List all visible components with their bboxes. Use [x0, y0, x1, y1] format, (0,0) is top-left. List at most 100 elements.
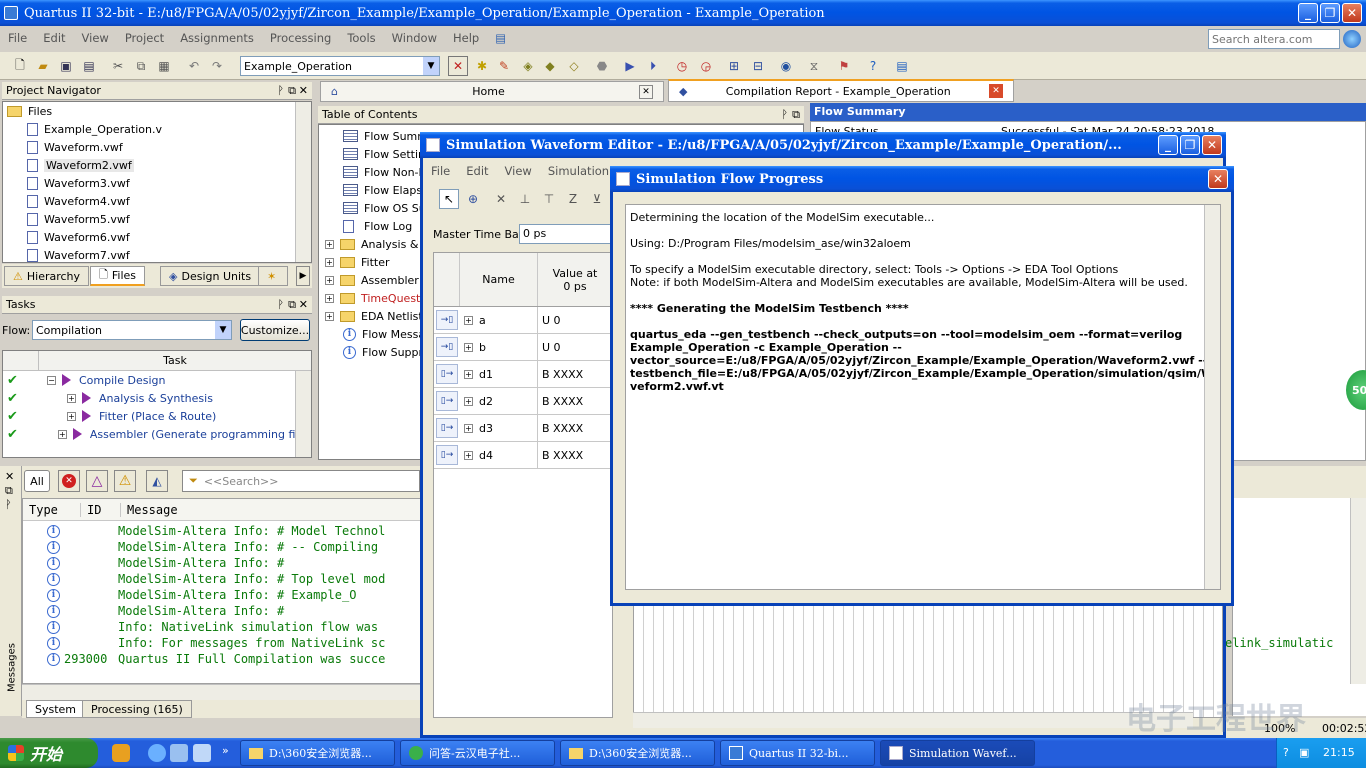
waveform-title-bar[interactable]: Simulation Waveform Editor - E:/u8/FPGA/… — [420, 132, 1226, 158]
taskbar-item[interactable]: D:\360安全浏览器... — [560, 740, 715, 766]
taskbar-item[interactable]: D:\360安全浏览器... — [240, 740, 395, 766]
critical-warning-filter-icon[interactable]: △ — [86, 470, 108, 492]
expand-icon[interactable]: + — [57, 429, 67, 439]
save-icon[interactable]: ▣ — [56, 56, 76, 76]
waveform-close-button[interactable]: ✕ — [1202, 135, 1222, 155]
low-value-icon[interactable]: ⊥ — [515, 189, 535, 209]
quicklaunch-app-icon[interactable] — [193, 744, 211, 762]
message-row[interactable]: i ModelSim-Altera Info: # — [23, 555, 421, 571]
expand-icon[interactable]: + — [464, 342, 473, 352]
netlist-viewer-icon[interactable]: ⊞ — [724, 56, 744, 76]
expand-icon[interactable]: + — [464, 369, 473, 379]
flow-select[interactable]: Compilation ▼ — [32, 320, 232, 340]
float-icon[interactable]: ⧉ — [288, 298, 296, 312]
signal-row[interactable]: →▯ + a U 0 — [434, 306, 612, 334]
pin-icon[interactable]: ᚹ — [5, 498, 12, 511]
help-chat-icon[interactable]: ▤ — [495, 31, 506, 45]
revision-select[interactable]: Example_Operation ▼ — [240, 56, 440, 76]
progress-close-button[interactable]: ✕ — [1208, 169, 1228, 189]
tab-hierarchy[interactable]: ⚠ Hierarchy — [4, 266, 90, 286]
tree-root-files[interactable]: Files — [3, 102, 311, 120]
panel-close-icon[interactable]: ✕ — [299, 298, 308, 311]
panel-close-icon[interactable]: ✕ — [299, 84, 308, 97]
start-compile-icon[interactable]: ▶ — [620, 56, 640, 76]
menu-assignments[interactable]: Assignments — [180, 31, 254, 45]
tab-system[interactable]: System — [26, 700, 86, 718]
pin-icon[interactable]: ᚹ — [277, 84, 284, 97]
redo-icon[interactable]: ↷ — [207, 56, 227, 76]
expand-icon[interactable]: + — [464, 396, 473, 406]
start-analysis-icon[interactable]: ⏵ — [643, 56, 663, 76]
menu-view[interactable]: View — [82, 31, 109, 45]
tree-file-item[interactable]: Waveform7.vwf — [3, 246, 311, 264]
message-row[interactable]: i ModelSim-Altera Info: # — [23, 603, 421, 619]
tray-help-icon[interactable]: ? — [1283, 746, 1289, 759]
tab-close-icon[interactable]: ✕ — [989, 84, 1003, 98]
task-row[interactable]: ✔ + Analysis & Synthesis — [3, 389, 311, 407]
quicklaunch-media-icon[interactable] — [170, 744, 188, 762]
expand-icon[interactable]: + — [67, 393, 76, 403]
weak-low-icon[interactable]: ⊻ — [587, 189, 607, 209]
expand-icon[interactable]: + — [325, 311, 334, 321]
task-row[interactable]: ✔ − Compile Design — [3, 371, 311, 389]
cut-icon[interactable]: ✂ — [108, 56, 128, 76]
menu-tools[interactable]: Tools — [347, 31, 375, 45]
wf-menu-view[interactable]: View — [505, 164, 532, 178]
zoom-tool-icon[interactable]: ⊕ — [463, 189, 483, 209]
message-row[interactable]: i ModelSim-Altera Info: # Model Technol — [23, 523, 421, 539]
messages-vscroll[interactable] — [1350, 498, 1366, 684]
expand-icon[interactable]: + — [325, 275, 334, 285]
wf-menu-file[interactable]: File — [431, 164, 450, 178]
menu-edit[interactable]: Edit — [43, 31, 65, 45]
minimize-button[interactable]: _ — [1298, 3, 1318, 23]
tab-home[interactable]: ⌂ Home ✕ — [320, 81, 664, 102]
menu-file[interactable]: File — [8, 31, 27, 45]
globe-icon[interactable] — [1343, 30, 1361, 48]
copy-icon[interactable]: ⧉ — [131, 56, 151, 76]
search-altera-input[interactable] — [1209, 30, 1337, 48]
tree-file-item-selected[interactable]: Waveform2.vwf — [3, 156, 311, 174]
timequest-icon[interactable]: ◶ — [696, 56, 716, 76]
taskbar-item[interactable]: 问答-云汉电子社... — [400, 740, 555, 766]
tab-design-units[interactable]: ◈ Design Units — [160, 266, 261, 286]
expand-icon[interactable]: + — [325, 257, 334, 267]
task-row[interactable]: ✔ + Fitter (Place & Route) — [3, 407, 311, 425]
maximize-button[interactable]: ❐ — [1320, 3, 1340, 23]
progress-title-bar[interactable]: Simulation Flow Progress ✕ — [610, 166, 1234, 192]
pin-planner-icon[interactable]: ✎ — [494, 56, 514, 76]
expand-icon[interactable]: + — [325, 239, 334, 249]
wizard-icon[interactable]: ✱ — [472, 56, 492, 76]
tab-files[interactable]: 🗋 Files — [90, 266, 145, 286]
signal-row[interactable]: ▯→ + d3 B XXXX — [434, 414, 612, 442]
stop-compile-icon[interactable]: ✕ — [448, 56, 468, 76]
tree-file-item[interactable]: Waveform4.vwf — [3, 192, 311, 210]
customize-button[interactable]: Customize... — [240, 319, 310, 341]
collapse-icon[interactable]: − — [47, 375, 56, 385]
navigator-scrollbar[interactable] — [295, 102, 311, 262]
error-filter-icon[interactable]: ✕ — [58, 470, 80, 492]
expand-icon[interactable]: + — [464, 423, 473, 433]
signal-row[interactable]: ▯→ + d2 B XXXX — [434, 387, 612, 415]
paste-icon[interactable]: ▦ — [154, 56, 174, 76]
tree-file-item[interactable]: Waveform3.vwf — [3, 174, 311, 192]
undo-icon[interactable]: ↶ — [184, 56, 204, 76]
settings-icon[interactable]: ◈ — [518, 56, 538, 76]
stop-icon[interactable]: ⬣ — [592, 56, 612, 76]
expand-icon[interactable]: + — [464, 315, 473, 325]
master-time-field[interactable]: 0 ps — [519, 224, 611, 244]
close-button[interactable]: ✕ — [1342, 3, 1362, 23]
message-row[interactable]: i ModelSim-Altera Info: # Top level mod — [23, 571, 421, 587]
progress-log-scrollbar[interactable] — [1204, 205, 1220, 589]
pin-icon[interactable]: ᚹ — [277, 298, 284, 311]
taskbar-item-active[interactable]: Simulation Wavef... — [880, 740, 1035, 766]
tree-file-item[interactable]: Waveform5.vwf — [3, 210, 311, 228]
float-icon[interactable]: ⧉ — [288, 84, 296, 98]
chat-icon[interactable]: ▤ — [892, 56, 912, 76]
design-partition-icon[interactable]: ◇ — [564, 56, 584, 76]
quicklaunch-ie-icon[interactable] — [112, 744, 130, 762]
tab-compilation-report[interactable]: ◆ Compilation Report - Example_Operation… — [668, 79, 1014, 102]
menu-processing[interactable]: Processing — [270, 31, 331, 45]
quicklaunch-more-icon[interactable]: » — [222, 744, 229, 757]
message-row[interactable]: i Info: For messages from NativeLink sc — [23, 635, 421, 651]
float-icon[interactable]: ⧉ — [5, 484, 13, 498]
